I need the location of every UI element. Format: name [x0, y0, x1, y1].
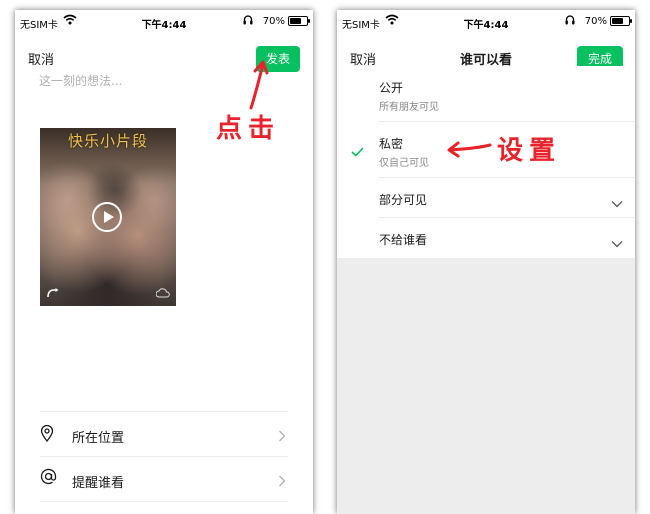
- battery-icon: [288, 16, 310, 26]
- chevron-down-icon: [611, 193, 623, 212]
- battery-percent: 70%: [584, 16, 607, 27]
- status-bar: 无SIM卡 下午4:44 70%: [337, 10, 635, 34]
- headphone-icon: [243, 14, 253, 28]
- chevron-right-icon: [278, 472, 286, 491]
- rotate-icon: [46, 283, 60, 302]
- option-title: 私密: [379, 137, 404, 151]
- moment-text-input[interactable]: 这一刻的想法...: [39, 72, 122, 89]
- option-exclude[interactable]: 不给谁看: [337, 218, 635, 258]
- location-row[interactable]: 所在位置: [40, 412, 288, 456]
- at-icon: [40, 468, 57, 489]
- mention-label: 提醒谁看: [72, 476, 125, 491]
- annotation-settings-text: 设置: [497, 136, 562, 166]
- battery-level-fill: [290, 18, 302, 24]
- annotation-arrow-left-icon: [446, 137, 492, 163]
- annotation-arrow-up-icon: [243, 58, 273, 116]
- option-subtitle: 仅自己可见: [379, 158, 429, 169]
- option-public[interactable]: 公开 所有朋友可见: [337, 66, 635, 121]
- option-subtitle: 所有朋友可见: [379, 102, 439, 113]
- headphone-icon: [565, 14, 575, 28]
- battery-percent: 70%: [262, 16, 285, 27]
- chevron-right-icon: [278, 427, 286, 446]
- battery-icon: [610, 16, 632, 26]
- chevron-down-icon: [611, 233, 623, 252]
- option-title: 部分可见: [379, 193, 428, 207]
- mention-row[interactable]: 提醒谁看: [40, 457, 288, 501]
- status-bar: 无SIM卡 下午4:44 70%: [15, 10, 313, 34]
- empty-background: [337, 258, 635, 514]
- video-thumbnail[interactable]: 快乐小片段: [40, 128, 176, 306]
- option-title: 不给谁看: [379, 233, 428, 247]
- location-label: 所在位置: [72, 431, 125, 446]
- cloud-icon: [155, 283, 170, 302]
- cancel-button[interactable]: 取消: [28, 49, 54, 68]
- row-divider: [40, 501, 288, 502]
- option-title: 公开: [379, 81, 404, 95]
- option-partial[interactable]: 部分可见: [337, 178, 635, 217]
- thumbnail-overlay-text: 快乐小片段: [67, 132, 148, 150]
- battery-level-fill: [612, 18, 624, 24]
- right-phone-screen: 无SIM卡 下午4:44 70% 取消 谁可以看 完成 公开 所有朋友可见 私密…: [337, 10, 635, 514]
- location-icon: [40, 424, 54, 446]
- play-icon[interactable]: [92, 202, 122, 232]
- checkmark-icon: [351, 142, 364, 161]
